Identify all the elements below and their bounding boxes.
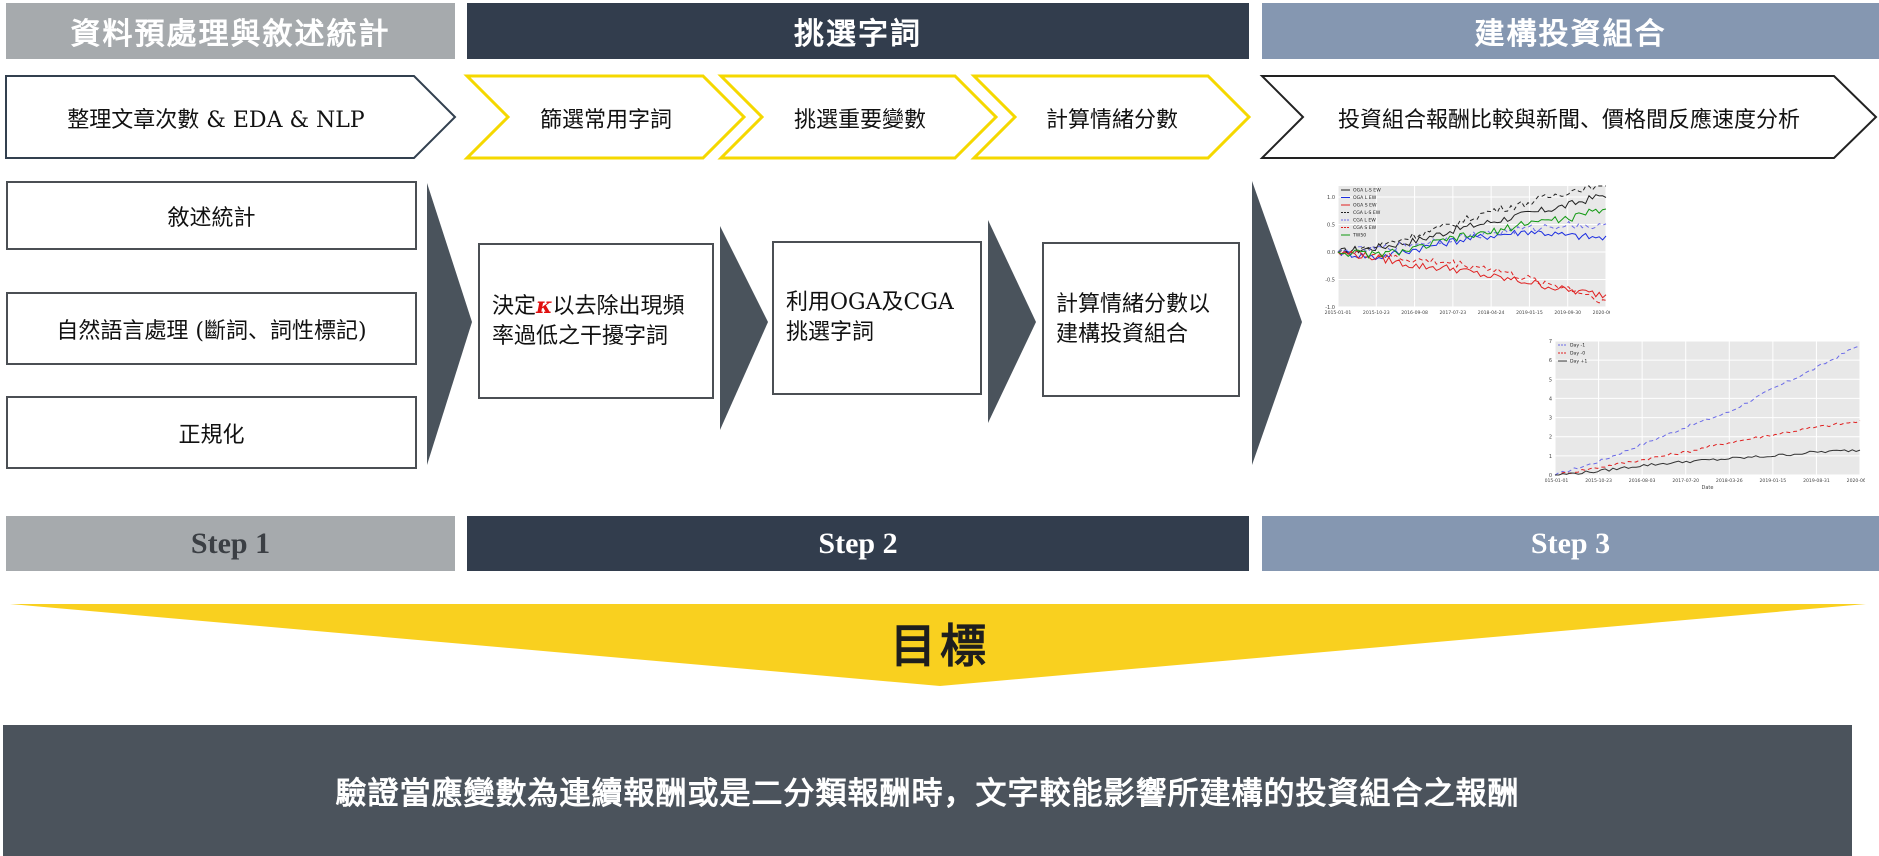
y-tick-label: 4 (1549, 396, 1552, 402)
x-tick-label: 2017-07-23 (1440, 310, 1467, 316)
x-tick-label: 2018-03-26 (1716, 478, 1743, 484)
step-2-bar: Step 2 (467, 516, 1249, 571)
legend-label: CGA S EW (1353, 225, 1377, 231)
y-tick-label: 6 (1549, 358, 1552, 364)
y-tick-label: 5 (1549, 377, 1552, 383)
y-tick-label: -0.5 (1325, 278, 1335, 284)
chart-day-returns: 765432102015-01-012015-10-232016-08-0320… (1545, 339, 1865, 491)
flow-arrow-1 (427, 183, 472, 465)
x-tick-label: 2019-01-15 (1760, 478, 1787, 484)
y-tick-label: 2 (1549, 435, 1552, 441)
x-tick-label: 2019-01-15 (1516, 310, 1543, 316)
y-tick-label: 0.0 (1327, 250, 1335, 256)
conclusion-banner: 驗證當應變數為連續報酬或是二分類報酬時，文字較能影響所建構的投資組合之報酬 (3, 725, 1852, 856)
x-tick-label: 2017-07-20 (1672, 478, 1699, 484)
x-tick-label: 2018-04-24 (1478, 310, 1505, 316)
x-tick-label: 2016-09-08 (1401, 310, 1428, 316)
goal-label: 目標 (890, 619, 990, 673)
step-1-bar: Step 1 (6, 516, 455, 571)
kappa-symbol: κ (536, 292, 553, 319)
flow-arrow-3 (988, 220, 1036, 423)
legend-label: Day -0 (1570, 351, 1585, 357)
y-tick-label: 0.5 (1327, 223, 1335, 229)
x-axis-label: Date (1702, 485, 1714, 491)
box-kappa: 決定κ以去除出現頻率過低之干擾字詞 (478, 243, 714, 399)
x-tick-label: 2019-08-31 (1803, 478, 1830, 484)
x-tick-label: 2020-06-25 (1593, 310, 1610, 316)
box-oga-cga: 利用OGA及CGA挑選字詞 (772, 241, 982, 395)
y-tick-label: 3 (1549, 416, 1552, 422)
legend-label: Day +1 (1570, 359, 1587, 365)
flow-arrow-2 (720, 226, 768, 430)
legend-label: TW50 (1352, 233, 1366, 239)
chart-portfolio-returns: 1.00.50.0-0.5-1.02015-01-01 2015-10-23 201… (1325, 185, 1610, 316)
x-tick-label: 2020-06-19 (1847, 478, 1865, 484)
x-tick-label: 2015-10-23 (1585, 478, 1612, 484)
legend-label: CGA L EW (1353, 218, 1376, 224)
y-tick-label: 1.0 (1327, 195, 1335, 201)
box-sentiment: 計算情緒分數以建構投資組合 (1042, 242, 1240, 397)
legend-label: Day -1 (1570, 343, 1585, 349)
y-tick-label: 7 (1549, 339, 1552, 345)
x-tick-label: 2019-09-30 (1554, 310, 1581, 316)
legend-label: OGA S EW (1353, 203, 1377, 209)
y-tick-label: 1 (1549, 454, 1552, 460)
x-tick-label: 2016-08-03 (1629, 478, 1656, 484)
step-3-bar: Step 3 (1262, 516, 1879, 571)
flow-arrow-4 (1252, 181, 1302, 465)
box-kappa-pre: 決定 (492, 293, 537, 319)
x-tick-label: 2015-01-01 (1545, 478, 1568, 484)
legend-label: CGA L-S EW (1353, 210, 1381, 216)
x-tick-label: 2015-01-01 (1325, 310, 1352, 316)
plot-area (1555, 341, 1860, 475)
legend-label: OGA L EW (1353, 195, 1377, 201)
x-tick-label: 2015-10-23 (1363, 310, 1390, 316)
legend-label: OGA L-S EW (1353, 188, 1381, 194)
